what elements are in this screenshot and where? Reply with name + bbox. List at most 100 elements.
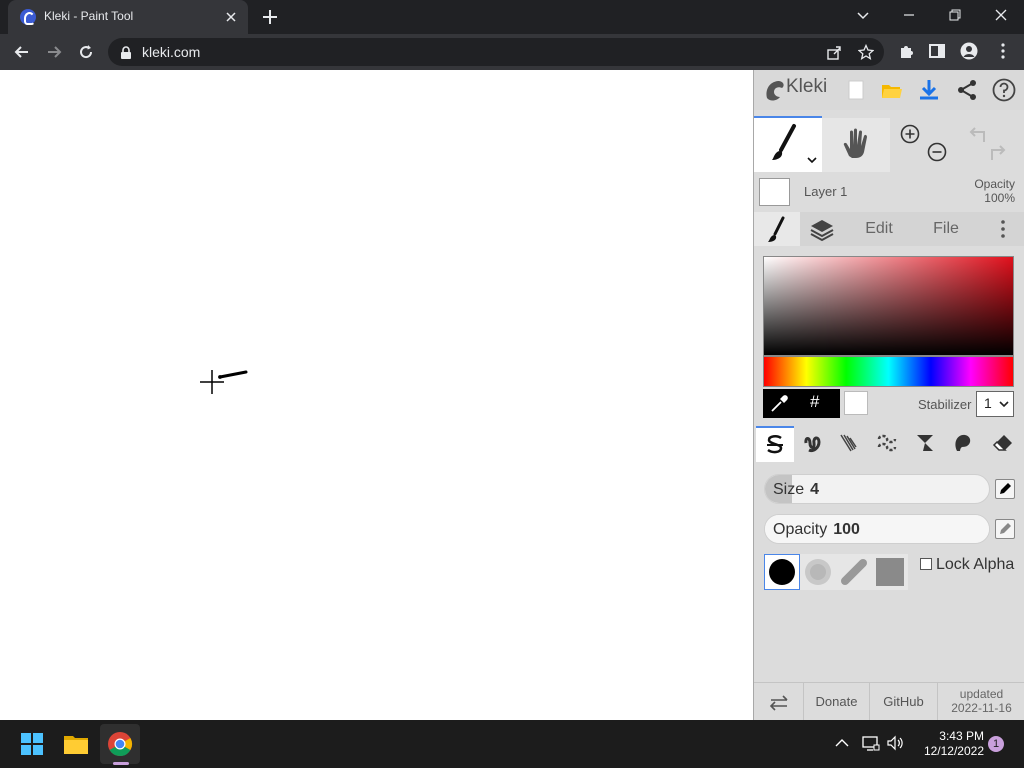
side-panel-icon[interactable] [928, 42, 946, 60]
url-text[interactable]: kleki.com [142, 44, 200, 60]
kebab-menu-icon [1001, 220, 1005, 238]
close-window-button[interactable] [978, 0, 1024, 30]
size-value: 4 [810, 481, 820, 498]
new-image-icon[interactable] [844, 78, 868, 102]
kleki-side-panel: Kleki Layer 1 Opacity 100% Edit File # S… [753, 70, 1024, 721]
square-tip-button[interactable] [872, 554, 908, 590]
tab-search-button[interactable] [840, 0, 886, 30]
start-button[interactable] [12, 724, 52, 764]
pixel-brush-button[interactable] [868, 426, 906, 462]
sketchy-brush-button[interactable] [830, 426, 868, 462]
layer-opacity-label: Opacity [974, 177, 1015, 191]
notification-badge[interactable]: 1 [988, 736, 1004, 752]
chevron-up-icon[interactable] [834, 735, 850, 751]
soft-circle-tip-button[interactable] [800, 554, 836, 590]
hue-slider[interactable] [763, 356, 1014, 387]
volume-icon[interactable] [886, 735, 904, 751]
file-explorer-icon [64, 736, 88, 754]
taskbar-clock[interactable]: 3:43 PM 12/12/2022 [912, 729, 984, 759]
stabilizer-select[interactable]: 1 [976, 391, 1014, 417]
panel-footer: Donate GitHub updated 2022-11-16 [754, 682, 1024, 721]
kebab-menu-icon[interactable] [994, 42, 1012, 60]
brush-icon [768, 216, 785, 242]
size-pen-pressure-toggle[interactable] [995, 479, 1015, 499]
donate-link[interactable]: Donate [804, 683, 870, 721]
drawing-canvas[interactable] [0, 70, 753, 720]
address-bar[interactable]: kleki.com [108, 38, 884, 66]
lock-alpha-checkbox[interactable]: Lock Alpha [920, 556, 1014, 574]
new-tab-button[interactable] [258, 6, 282, 28]
profile-icon[interactable] [960, 42, 978, 60]
star-icon[interactable] [858, 44, 874, 60]
zoom-in-icon[interactable] [900, 124, 920, 144]
lock-icon[interactable] [120, 46, 132, 59]
redo-icon[interactable] [991, 145, 1006, 160]
circle-tip-button[interactable] [764, 554, 800, 590]
open-folder-icon[interactable] [880, 78, 904, 102]
tab-title: Kleki - Paint Tool [44, 9, 134, 23]
tab-file[interactable]: File [918, 212, 974, 246]
eyedropper-icon[interactable] [769, 394, 789, 414]
brush-tip-row [764, 554, 908, 590]
restore-button[interactable] [932, 0, 978, 30]
chrome-taskbar-button[interactable] [100, 724, 140, 764]
share-icon[interactable] [955, 78, 979, 102]
zoom-out-icon[interactable] [927, 142, 947, 162]
secondary-color-swatch[interactable] [844, 391, 868, 415]
file-explorer-button[interactable] [56, 724, 96, 764]
opacity-pen-pressure-toggle[interactable] [995, 519, 1015, 539]
checkbox-box[interactable] [920, 558, 932, 570]
arrow-left-icon [14, 46, 28, 58]
smudge-brush-button[interactable] [944, 426, 982, 462]
undo-redo-controls [958, 118, 1024, 172]
soft-circle-tip-icon [805, 559, 831, 585]
help-icon[interactable] [992, 78, 1016, 102]
pen-brush-button[interactable] [756, 426, 794, 462]
undo-icon[interactable] [969, 127, 985, 142]
restore-icon [949, 9, 961, 21]
close-icon [226, 12, 236, 22]
opacity-label: Opacity [773, 521, 828, 538]
opacity-slider[interactable]: Opacity 100 [764, 514, 990, 544]
square-tip-icon [876, 558, 904, 586]
reload-button[interactable] [72, 38, 100, 66]
layer-thumbnail[interactable] [759, 178, 790, 206]
stabilizer-label: Stabilizer [918, 397, 972, 412]
updated-info[interactable]: updated 2022-11-16 [938, 687, 1024, 715]
github-link[interactable]: GitHub [870, 683, 938, 721]
layer-row[interactable]: Layer 1 Opacity 100% [754, 174, 1024, 212]
tab-edit[interactable]: Edit [850, 212, 908, 246]
share-icon[interactable] [826, 44, 842, 60]
close-tab-button[interactable] [222, 8, 240, 26]
tab-brush[interactable] [754, 212, 800, 246]
chalk-tip-button[interactable] [836, 554, 872, 590]
arrow-right-icon [48, 46, 62, 58]
kleki-favicon-icon [20, 9, 36, 25]
eraser-button[interactable] [984, 426, 1022, 462]
tab-layers[interactable] [800, 212, 844, 246]
download-icon[interactable] [917, 78, 941, 102]
brush-type-row [754, 426, 1024, 462]
size-slider[interactable]: Size 4 [764, 474, 990, 504]
zoom-controls [890, 118, 958, 172]
clock-time: 3:43 PM [939, 729, 984, 743]
more-menu-button[interactable] [986, 212, 1020, 246]
network-display-icon[interactable] [862, 735, 880, 751]
close-icon [995, 9, 1007, 21]
minimize-button[interactable] [886, 0, 932, 30]
pen-pressure-icon [1000, 483, 1011, 494]
kleki-logo-text: Kleki [786, 76, 828, 97]
forward-button[interactable] [40, 38, 68, 66]
brush-tool-button[interactable] [754, 116, 822, 172]
swap-side-button[interactable] [754, 683, 804, 721]
chemy-brush-button[interactable] [906, 426, 944, 462]
back-button[interactable] [8, 38, 36, 66]
hand-tool-button[interactable] [822, 118, 890, 172]
color-saturation-picker[interactable] [763, 256, 1014, 356]
hex-input-button[interactable]: # [810, 392, 819, 412]
browser-tab[interactable]: Kleki - Paint Tool [8, 0, 248, 34]
blend-brush-button[interactable] [794, 426, 832, 462]
puzzle-icon[interactable] [898, 42, 916, 60]
windows-taskbar: 3:43 PM 12/12/2022 [0, 720, 1024, 768]
smudge-brush-icon [955, 434, 971, 451]
